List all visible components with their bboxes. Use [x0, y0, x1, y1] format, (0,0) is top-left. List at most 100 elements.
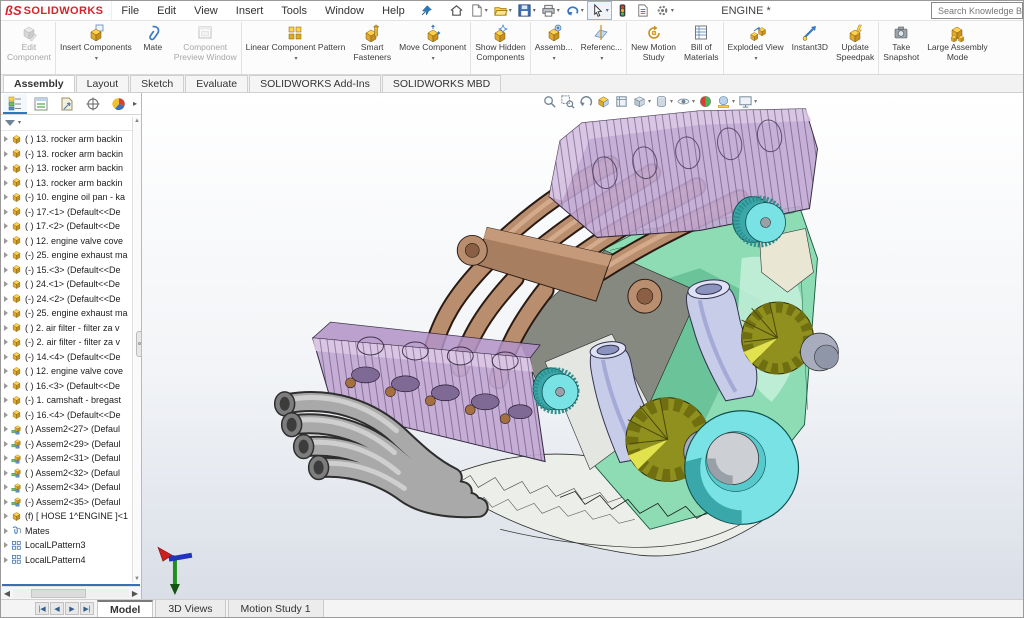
- expand-arrow-icon[interactable]: [4, 339, 8, 345]
- ribbon-button[interactable]: Edit Component: [3, 22, 55, 74]
- expand-arrow-icon[interactable]: [4, 542, 8, 548]
- tree-item[interactable]: (-) 25. engine exhaust ma: [1, 248, 141, 263]
- expand-arrow-icon[interactable]: [4, 136, 8, 142]
- ribbon-button[interactable]: New Motion Study: [626, 22, 680, 74]
- expand-arrow-icon[interactable]: [4, 267, 8, 273]
- tree-item[interactable]: (-) 17.<1> (Default<<De: [1, 205, 141, 220]
- tree-item[interactable]: ( ) 16.<3> (Default<<De: [1, 379, 141, 394]
- dropdown-caret-icon[interactable]: ▾: [600, 55, 603, 62]
- tree-item[interactable]: ( ) 13. rocker arm backin: [1, 132, 141, 147]
- expand-arrow-icon[interactable]: [4, 180, 8, 186]
- expand-arrow-icon[interactable]: [4, 470, 8, 476]
- tree-item[interactable]: ( ) 13. rocker arm backin: [1, 176, 141, 191]
- expand-arrow-icon[interactable]: [4, 426, 8, 432]
- dropdown-caret-icon[interactable]: ▾: [533, 7, 536, 14]
- dropdown-caret-icon[interactable]: ▾: [553, 55, 556, 62]
- expand-arrow-icon[interactable]: [4, 557, 8, 563]
- ribbon-button[interactable]: Referenc... ▾: [577, 22, 627, 74]
- tree-item[interactable]: (-) 16.<4> (Default<<De: [1, 408, 141, 423]
- tree-item[interactable]: ( ) Assem2<27> (Defaul: [1, 422, 141, 437]
- scroll-right-icon[interactable]: ▶: [129, 589, 141, 598]
- scroll-left-icon[interactable]: ◀: [1, 589, 13, 598]
- ribbon-button[interactable]: Bill of Materials: [680, 22, 722, 74]
- dropdown-caret-icon[interactable]: ▾: [581, 7, 584, 14]
- ribbon-button[interactable]: Show Hidden Components: [470, 22, 530, 74]
- scroll-down-icon[interactable]: ▼: [134, 576, 140, 582]
- expand-arrow-icon[interactable]: [4, 441, 8, 447]
- expand-arrow-icon[interactable]: [4, 209, 8, 215]
- tree-item[interactable]: (-) 2. air filter - filter za v: [1, 335, 141, 350]
- quick-toolbar-button[interactable]: ▾: [653, 2, 676, 19]
- tree-item[interactable]: (f) [ HOSE 1^ENGINE ]<1: [1, 509, 141, 524]
- tree-item[interactable]: ( ) 17.<2> (Default<<De: [1, 219, 141, 234]
- expand-arrow-icon[interactable]: [4, 484, 8, 490]
- tree-item[interactable]: (-) 13. rocker arm backin: [1, 147, 141, 162]
- manager-tab[interactable]: [29, 94, 53, 114]
- dropdown-caret-icon[interactable]: ▾: [671, 7, 674, 14]
- menu-item[interactable]: File: [112, 1, 148, 20]
- tree-item[interactable]: (-) Assem2<31> (Defaul: [1, 451, 141, 466]
- ribbon-button[interactable]: Large Assembly Mode: [923, 22, 991, 74]
- dropdown-caret-icon[interactable]: ▾: [557, 7, 560, 14]
- quick-toolbar-button[interactable]: ▾: [587, 1, 612, 20]
- manager-tab[interactable]: [3, 94, 27, 114]
- ribbon-button[interactable]: Exploded View ▾: [723, 22, 788, 74]
- expand-arrow-icon[interactable]: [4, 325, 8, 331]
- expand-arrow-icon[interactable]: [4, 238, 8, 244]
- tree-horizontal-scrollbar[interactable]: ◀ ▶: [1, 586, 141, 599]
- tree-item[interactable]: ( ) 2. air filter - filter za v: [1, 321, 141, 336]
- ribbon-button[interactable]: Linear Component Pattern ▾: [241, 22, 350, 74]
- dropdown-caret-icon[interactable]: ▾: [509, 7, 512, 14]
- quick-toolbar-button[interactable]: ▾: [539, 2, 562, 19]
- manager-tab[interactable]: [55, 94, 79, 114]
- expand-arrow-icon[interactable]: [4, 397, 8, 403]
- expand-arrow-icon[interactable]: [4, 412, 8, 418]
- first-tab-button[interactable]: |◀: [35, 602, 49, 615]
- quick-toolbar-button[interactable]: [447, 2, 466, 19]
- dropdown-caret-icon[interactable]: ▾: [432, 55, 435, 62]
- menu-item[interactable]: View: [185, 1, 227, 20]
- tree-item[interactable]: (-) 25. engine exhaust ma: [1, 306, 141, 321]
- ribbon-button[interactable]: Assemb... ▾: [530, 22, 577, 74]
- model-tab[interactable]: Model: [97, 600, 153, 617]
- menu-item[interactable]: Edit: [148, 1, 185, 20]
- expand-arrow-icon[interactable]: [4, 499, 8, 505]
- menu-item[interactable]: Window: [316, 1, 373, 20]
- quick-toolbar-button[interactable]: [633, 2, 652, 19]
- expand-arrow-icon[interactable]: [4, 194, 8, 200]
- expand-arrow-icon[interactable]: [4, 455, 8, 461]
- menu-item[interactable]: Insert: [227, 1, 273, 20]
- command-tab[interactable]: Sketch: [130, 75, 184, 92]
- dropdown-caret-icon[interactable]: ▾: [755, 55, 758, 62]
- command-tab[interactable]: Layout: [76, 75, 130, 92]
- command-tab[interactable]: SOLIDWORKS MBD: [382, 75, 501, 92]
- tree-item[interactable]: (-) 15.<3> (Default<<De: [1, 263, 141, 278]
- previous-tab-button[interactable]: ◀: [50, 602, 64, 615]
- menu-item[interactable]: Help: [373, 1, 414, 20]
- expand-arrow-icon[interactable]: [4, 354, 8, 360]
- expand-arrow-icon[interactable]: [4, 513, 8, 519]
- manager-tab[interactable]: [107, 94, 131, 114]
- quick-toolbar-button[interactable]: ▾: [491, 2, 514, 19]
- expand-arrow-icon[interactable]: [4, 223, 8, 229]
- dropdown-caret-icon[interactable]: ▾: [294, 55, 297, 62]
- expand-arrow-icon[interactable]: [4, 383, 8, 389]
- last-tab-button[interactable]: ▶|: [80, 602, 94, 615]
- dropdown-caret-icon[interactable]: ▾: [606, 7, 609, 14]
- tree-item[interactable]: (-) 1. camshaft - bregast: [1, 393, 141, 408]
- expand-arrow-icon[interactable]: [4, 281, 8, 287]
- tree-item[interactable]: (-) 24.<2> (Default<<De: [1, 292, 141, 307]
- model-tab[interactable]: Motion Study 1: [228, 600, 324, 617]
- ribbon-button[interactable]: Smart Fasteners: [349, 22, 395, 74]
- expand-arrow-icon[interactable]: [4, 368, 8, 374]
- knowledge-search-box[interactable]: Search Knowledge B: [931, 2, 1023, 19]
- tree-item[interactable]: (-) Assem2<35> (Defaul: [1, 495, 141, 510]
- tree-item[interactable]: LocalLPattern3: [1, 538, 141, 553]
- quick-toolbar-button[interactable]: ▾: [467, 2, 490, 19]
- tree-item[interactable]: LocalLPattern4: [1, 553, 141, 568]
- command-tab[interactable]: Evaluate: [185, 75, 248, 92]
- filter-caret-icon[interactable]: ▾: [18, 119, 21, 126]
- dropdown-caret-icon[interactable]: ▾: [95, 55, 98, 62]
- model-tab[interactable]: 3D Views: [155, 600, 225, 617]
- scroll-up-icon[interactable]: ▲: [134, 118, 140, 124]
